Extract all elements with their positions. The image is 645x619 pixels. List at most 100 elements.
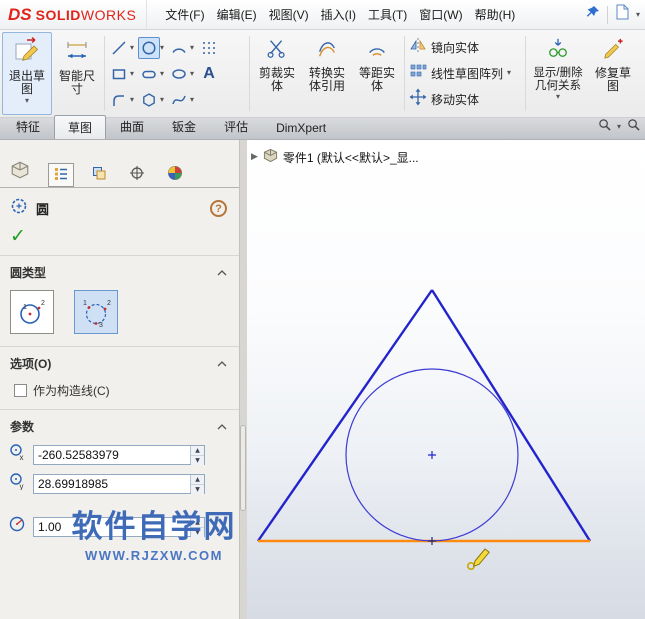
magnifier-icon[interactable] [598, 118, 611, 136]
property-manager-tab[interactable] [48, 163, 74, 187]
svg-text:1: 1 [23, 304, 27, 311]
repair-sketch-button[interactable]: 修复草图 [588, 32, 638, 115]
menu-tools[interactable]: 工具(T) [362, 1, 413, 28]
help-icon[interactable]: ? [210, 200, 227, 217]
smart-dimension-label: 智能尺寸 [58, 69, 95, 96]
new-document-icon[interactable] [615, 4, 629, 25]
construction-checkbox[interactable] [14, 384, 27, 397]
chevron-down-icon[interactable]: ▾ [160, 43, 168, 52]
menu-file[interactable]: 文件(F) [159, 1, 210, 28]
feature-tree-label: 零件1 (默认<<默认>_显... [282, 150, 419, 165]
line-tool-button[interactable] [108, 37, 130, 59]
feature-tree-icon[interactable] [10, 160, 30, 185]
radius-input[interactable] [34, 517, 190, 536]
chevron-down-icon[interactable]: ▾ [130, 43, 138, 52]
ellipse-tool-button[interactable] [168, 63, 190, 85]
linear-sketch-pattern-button[interactable]: 线性草图阵列 ▾ [407, 60, 523, 86]
x-coordinate-input[interactable] [34, 445, 190, 464]
chevron-down-icon[interactable]: ▾ [636, 10, 640, 19]
tab-dimxpert[interactable]: DimXpert [262, 117, 340, 139]
spin-up-button[interactable]: ▲ [191, 445, 204, 456]
trim-entities-button[interactable]: 剪裁实体 [252, 32, 302, 115]
spline-tool-button[interactable] [168, 89, 190, 111]
chevron-down-icon[interactable]: ▾ [190, 43, 198, 52]
chevron-down-icon[interactable]: ▾ [556, 93, 560, 101]
configuration-manager-tab[interactable] [86, 161, 112, 185]
perimeter-circle-type-button[interactable]: 1 2 3 [74, 290, 118, 334]
spin-down-button[interactable]: ▼ [191, 455, 204, 465]
polygon-tool-button[interactable] [138, 89, 160, 111]
tab-evaluate[interactable]: 评估 [210, 114, 262, 139]
display-delete-relations-button[interactable]: 显示/删除几何关系 ▾ [528, 32, 588, 115]
text-tool-label: A [203, 64, 215, 82]
sketch-canvas[interactable] [247, 140, 645, 619]
circle-tool-button[interactable] [138, 36, 160, 59]
spin-down-button[interactable]: ▼ [191, 484, 204, 494]
chevron-down-icon[interactable]: ▾ [25, 97, 29, 105]
triangle-right-edge[interactable] [430, 289, 592, 542]
parameters-section-header[interactable]: 参数 [0, 409, 239, 440]
param-row-x: x ▲▼ [0, 440, 239, 469]
point-grid-tool-button[interactable] [198, 37, 220, 59]
spin-up-button[interactable]: ▲ [191, 517, 204, 528]
tab-features[interactable]: 特征 [2, 114, 54, 139]
y-coordinate-input[interactable] [34, 474, 190, 493]
quick-snaps-button[interactable]: 快 [638, 32, 645, 115]
chevron-down-icon[interactable]: ▾ [130, 69, 138, 78]
graphics-viewport[interactable]: ▶ 零件1 (默认<<默认>_显... [247, 140, 645, 619]
slot-tool-button[interactable] [138, 63, 160, 85]
chevron-down-icon[interactable]: ▾ [617, 123, 621, 131]
pin-menu-icon[interactable] [586, 5, 600, 24]
svg-text:2: 2 [41, 300, 45, 307]
options-title: 选项(O) [10, 356, 52, 371]
tab-sheet-metal[interactable]: 钣金 [158, 114, 210, 139]
feature-tree-item[interactable]: ▶ 零件1 (默认<<默认>_显... [251, 148, 419, 166]
rectangle-tool-button[interactable] [108, 63, 130, 85]
collapse-chevron-icon[interactable] [217, 354, 227, 372]
appearances-tab[interactable] [162, 161, 188, 185]
triangle-left-edge[interactable] [257, 289, 433, 542]
offset-entities-button[interactable]: 等距实体 [352, 32, 402, 115]
spin-down-button[interactable]: ▼ [191, 527, 204, 537]
spin-up-button[interactable]: ▲ [191, 474, 204, 485]
arc-tool-button[interactable] [168, 37, 190, 59]
magnifier-icon[interactable] [627, 118, 640, 136]
menu-window[interactable]: 窗口(W) [413, 1, 468, 28]
tree-expand-icon[interactable]: ▶ [251, 152, 258, 162]
convert-entities-button[interactable]: 转换实体引用 [302, 32, 352, 115]
circle-tool-icon [10, 197, 28, 220]
splitter-grip[interactable] [240, 425, 246, 511]
svg-text:1: 1 [83, 300, 87, 307]
ok-check-button[interactable]: ✓ [10, 225, 26, 247]
ribbon-separator [249, 36, 250, 111]
dimxpert-manager-tab[interactable] [124, 161, 150, 185]
mirror-entities-button[interactable]: 镜向实体 [407, 34, 523, 60]
move-entities-button[interactable]: 移动实体 [407, 87, 523, 113]
chevron-down-icon[interactable]: ▾ [160, 69, 168, 78]
smart-dimension-button[interactable]: 智能尺寸 [52, 32, 102, 115]
center-circle-type-button[interactable]: 12 [10, 290, 54, 334]
menu-insert[interactable]: 插入(I) [315, 1, 362, 28]
construction-line-option[interactable]: 作为构造线(C) [0, 377, 239, 409]
chevron-down-icon[interactable]: ▾ [507, 69, 511, 77]
menu-view[interactable]: 视图(V) [263, 1, 315, 28]
tab-surfaces[interactable]: 曲面 [106, 114, 158, 139]
mirror-entities-icon [409, 36, 427, 59]
chevron-down-icon[interactable]: ▾ [160, 95, 168, 104]
parameters-title: 参数 [10, 419, 35, 434]
circle-pencil-cursor-icon [465, 545, 491, 576]
tab-sketch[interactable]: 草图 [54, 115, 107, 139]
options-section-header[interactable]: 选项(O) [0, 346, 239, 377]
panel-splitter[interactable] [240, 140, 247, 619]
menu-edit[interactable]: 编辑(E) [211, 1, 263, 28]
circle-type-section-header[interactable]: 圆类型 [0, 255, 239, 286]
exit-sketch-button[interactable]: 退出草图 ▾ [2, 32, 52, 115]
chevron-down-icon[interactable]: ▾ [130, 95, 138, 104]
collapse-chevron-icon[interactable] [217, 417, 227, 435]
collapse-chevron-icon[interactable] [217, 263, 227, 281]
fillet-tool-button[interactable] [108, 89, 130, 111]
chevron-down-icon[interactable]: ▾ [190, 95, 198, 104]
chevron-down-icon[interactable]: ▾ [190, 69, 198, 78]
menu-help[interactable]: 帮助(H) [469, 1, 522, 28]
text-tool-button[interactable]: A [198, 63, 220, 85]
